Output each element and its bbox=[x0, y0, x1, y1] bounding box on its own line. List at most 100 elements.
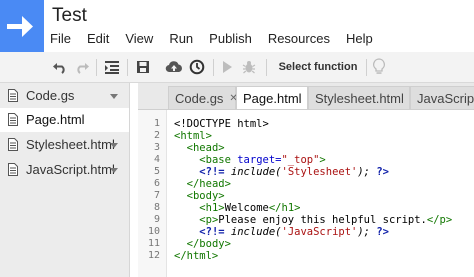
file-label: JavaScript.html bbox=[26, 162, 115, 177]
code-line-1: <!DOCTYPE html> bbox=[174, 118, 269, 130]
punct-token: ); bbox=[357, 166, 377, 178]
indent-icon bbox=[105, 61, 119, 74]
tag-token: </body> bbox=[186, 238, 231, 250]
debug-button[interactable] bbox=[239, 56, 259, 78]
file-icon bbox=[8, 113, 18, 126]
select-function-dropdown[interactable]: Select function bbox=[272, 56, 364, 78]
tab-label: Page.html bbox=[243, 91, 302, 106]
menu-file[interactable]: File bbox=[50, 31, 79, 49]
chevron-down-icon[interactable] bbox=[110, 168, 118, 173]
scriptlet-open-token: <?!= bbox=[199, 166, 225, 178]
app-header: Test File Edit View Run Publish Resource… bbox=[0, 0, 474, 52]
menu-bar: File Edit View Run Publish Resources Hel… bbox=[50, 31, 389, 49]
line-number: 4 bbox=[153, 154, 160, 165]
tab-stylesheet-html[interactable]: Stylesheet.html ✕ bbox=[308, 86, 418, 109]
code-line-2: <html> bbox=[174, 130, 212, 142]
string-token: 'Stylesheet' bbox=[281, 166, 358, 178]
arrow-right-icon bbox=[7, 16, 33, 37]
menu-help[interactable]: Help bbox=[346, 31, 381, 49]
undo-icon bbox=[53, 63, 65, 74]
line-number: 10 bbox=[147, 226, 160, 237]
deploy-cloud-button[interactable] bbox=[163, 56, 185, 78]
menu-edit[interactable]: Edit bbox=[87, 31, 117, 49]
tab-page-html[interactable]: Page.html ✕ bbox=[236, 86, 316, 109]
scriptlet-close-token: ?> bbox=[376, 166, 389, 178]
cloud-upload-icon bbox=[165, 61, 182, 73]
save-button[interactable] bbox=[132, 56, 154, 78]
menu-resources[interactable]: Resources bbox=[268, 31, 338, 49]
file-label: Page.html bbox=[26, 112, 85, 127]
code-line-4: <base target="_top"> bbox=[174, 154, 326, 166]
tag-token: <h1> bbox=[199, 202, 225, 214]
redo-icon bbox=[77, 63, 89, 74]
line-number: 9 bbox=[153, 214, 160, 225]
text-token: Welcome bbox=[224, 202, 269, 214]
tag-token: <body> bbox=[186, 190, 225, 202]
punct-token: ); bbox=[357, 226, 377, 238]
tag-token: <head> bbox=[186, 142, 225, 154]
text-token: Please enjoy this helpful script. bbox=[218, 214, 427, 226]
apps-script-logo[interactable] bbox=[0, 0, 44, 52]
indent-button[interactable] bbox=[101, 56, 123, 78]
tab-label: Stylesheet.html bbox=[315, 90, 404, 106]
undo-button[interactable] bbox=[50, 56, 70, 78]
tag-token: > bbox=[319, 154, 326, 166]
toolbar-divider bbox=[266, 59, 267, 76]
suggestions-button[interactable] bbox=[368, 56, 390, 78]
file-icon bbox=[8, 163, 18, 176]
bug-icon bbox=[242, 61, 256, 74]
redo-button[interactable] bbox=[72, 56, 92, 78]
lightbulb-icon bbox=[373, 58, 385, 74]
line-number: 3 bbox=[153, 142, 160, 153]
menu-view[interactable]: View bbox=[125, 31, 161, 49]
project-title[interactable]: Test bbox=[52, 5, 87, 27]
tab-javascript-html[interactable]: JavaScript.htm bbox=[410, 86, 474, 109]
code-line-9: <p>Please enjoy this helpful script.</p> bbox=[174, 214, 452, 226]
tab-code-gs[interactable]: Code.gs ✕ bbox=[168, 86, 238, 109]
line-number-gutter: 1 2 3 4 5 6 7 8 9 10 11 12 bbox=[138, 110, 167, 277]
chevron-down-icon[interactable] bbox=[110, 143, 118, 148]
line-number: 5 bbox=[153, 166, 160, 177]
code-line-11: </body> bbox=[174, 238, 231, 250]
line-number: 1 bbox=[153, 118, 160, 129]
function-token: include( bbox=[224, 226, 282, 238]
file-item-code-gs[interactable]: Code.gs bbox=[0, 84, 129, 108]
file-item-page-html[interactable]: Page.html bbox=[0, 108, 129, 132]
line-number: 8 bbox=[153, 202, 160, 213]
clock-icon bbox=[189, 59, 205, 75]
tag-token: </head> bbox=[186, 178, 231, 190]
toolbar-divider bbox=[213, 59, 214, 76]
line-number: 12 bbox=[147, 250, 160, 261]
code-line-3: <head> bbox=[174, 142, 225, 154]
menu-run[interactable]: Run bbox=[169, 31, 201, 49]
toolbar-divider bbox=[96, 59, 97, 76]
file-label: Stylesheet.html bbox=[26, 137, 115, 152]
file-item-stylesheet-html[interactable]: Stylesheet.html bbox=[0, 133, 129, 157]
editor-tab-bar: Code.gs ✕ Page.html ✕ Stylesheet.html ✕ … bbox=[138, 83, 474, 110]
function-token: include( bbox=[224, 166, 282, 178]
chevron-down-icon[interactable] bbox=[110, 94, 118, 99]
tab-label: Code.gs bbox=[175, 90, 224, 106]
file-item-javascript-html[interactable]: JavaScript.html bbox=[0, 158, 129, 182]
tag-token: <html> bbox=[174, 130, 212, 142]
code-editor[interactable]: 1 2 3 4 5 6 7 8 9 10 11 12 <!DOCTYPE htm… bbox=[138, 110, 474, 277]
doctype-token: <!DOCTYPE html> bbox=[174, 118, 269, 130]
toolbar: Select function bbox=[0, 52, 474, 83]
scriptlet-close-token: ?> bbox=[376, 226, 389, 238]
save-icon bbox=[137, 61, 149, 73]
tag-token: </html> bbox=[174, 250, 219, 262]
file-label: Code.gs bbox=[26, 88, 75, 103]
tag-token: </h1> bbox=[268, 202, 301, 214]
toolbar-divider bbox=[127, 59, 128, 76]
menu-publish[interactable]: Publish bbox=[209, 31, 260, 49]
toolbar-divider bbox=[366, 59, 367, 76]
play-icon bbox=[223, 61, 232, 73]
attr-token: target= bbox=[230, 154, 282, 166]
line-number: 6 bbox=[153, 178, 160, 189]
line-number: 11 bbox=[147, 238, 160, 249]
triggers-button[interactable] bbox=[186, 56, 208, 78]
line-number: 2 bbox=[153, 130, 160, 141]
run-button[interactable] bbox=[217, 56, 237, 78]
code-line-12: </html> bbox=[174, 250, 218, 262]
tag-token: <p> bbox=[199, 214, 219, 226]
